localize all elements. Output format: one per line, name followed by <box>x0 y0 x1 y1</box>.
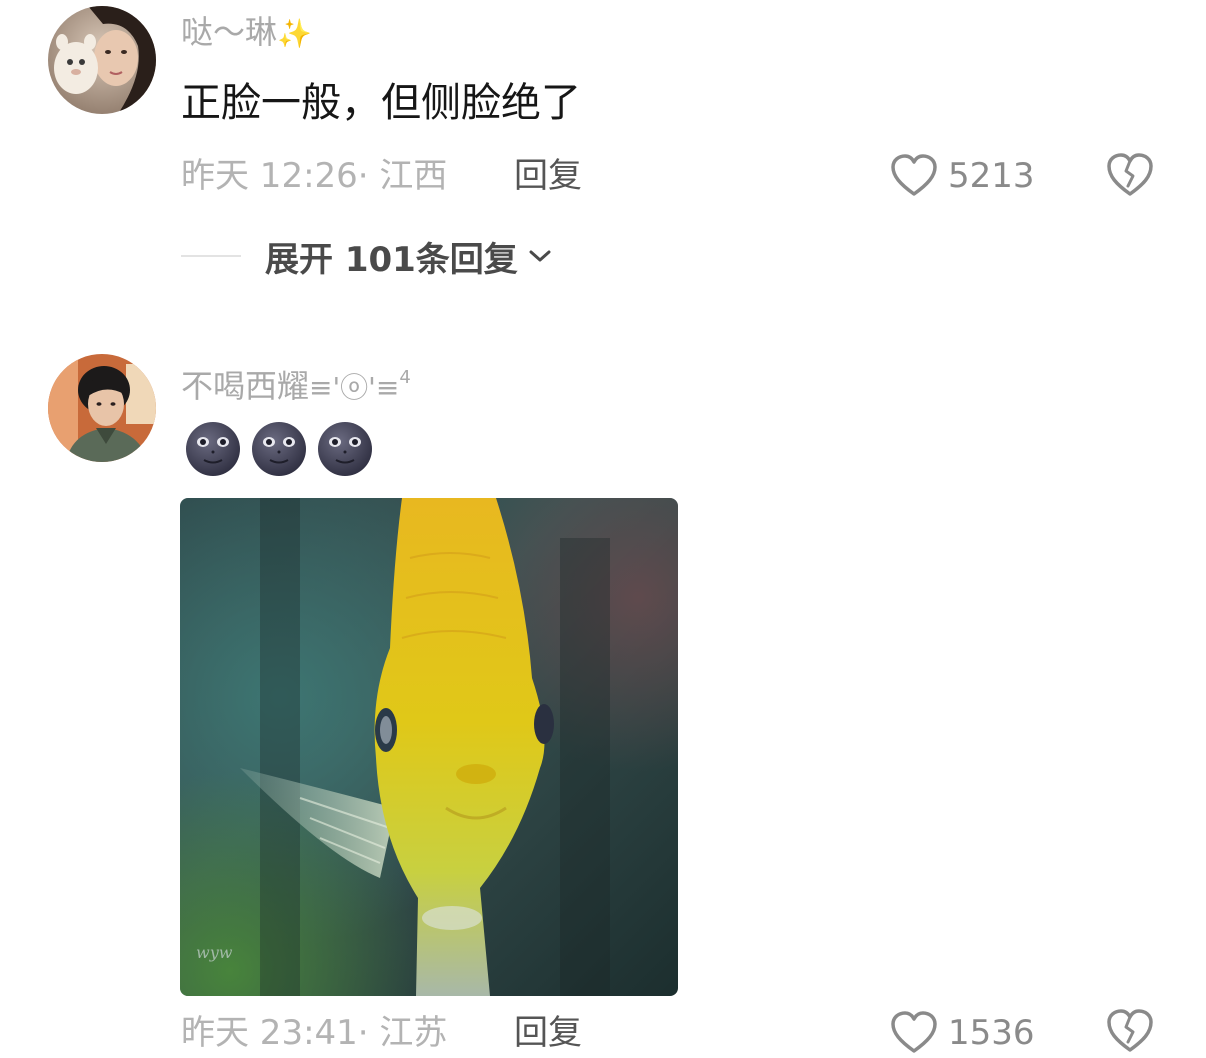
new-moon-face-icon <box>186 422 240 476</box>
expand-replies[interactable]: 展开 101条回复 <box>181 232 552 281</box>
username[interactable]: 哒～琳✨ <box>181 12 312 54</box>
like-button[interactable]: 1536 <box>890 1009 1035 1057</box>
reply-button[interactable]: 回复 <box>514 1013 582 1053</box>
comment-meta: 昨天 23:41· 江苏 <box>181 1013 448 1053</box>
new-moon-face-icon <box>318 422 372 476</box>
heart-outline-icon <box>891 1011 937 1053</box>
expand-replies-label[interactable]: 展开 101条回复 <box>265 232 518 281</box>
comment-text: 正脸一般，但侧脸绝了 <box>181 80 581 126</box>
heart-outline-icon <box>891 154 937 196</box>
comment-meta: 昨天 12:26· 江西 <box>181 156 448 196</box>
broken-heart-icon <box>1107 1009 1153 1052</box>
avatar[interactable] <box>48 6 156 114</box>
avatar[interactable] <box>48 354 156 462</box>
like-button[interactable]: 5213 <box>890 152 1035 200</box>
chevron-down-icon <box>529 250 551 262</box>
image-watermark: wyw <box>196 943 233 962</box>
reply-button[interactable]: 回复 <box>514 156 582 196</box>
dislike-button[interactable] <box>1105 1008 1155 1056</box>
new-moon-face-icon <box>252 422 306 476</box>
dislike-button[interactable] <box>1105 152 1155 200</box>
sparkles-icon: ✨ <box>277 17 312 50</box>
like-count: 1536 <box>948 1013 1035 1053</box>
emoji-row <box>184 420 374 478</box>
like-count: 5213 <box>948 156 1035 196</box>
comment-image[interactable]: wyw <box>180 498 678 996</box>
username-text: 不喝西耀 <box>181 367 310 405</box>
divider <box>181 255 241 257</box>
broken-heart-icon <box>1107 153 1153 196</box>
username-text: 哒～琳 <box>181 13 278 51</box>
username[interactable]: 不喝西耀≡'ⓞ'≡4 <box>181 358 411 408</box>
comment-item: 哒～琳✨ 正脸一般，但侧脸绝了 昨天 12:26· 江西 回复 5213 展开 … <box>0 0 1206 300</box>
username-kaomoji: ≡'ⓞ'≡ <box>309 371 400 404</box>
username-superscript: 4 <box>399 367 411 388</box>
